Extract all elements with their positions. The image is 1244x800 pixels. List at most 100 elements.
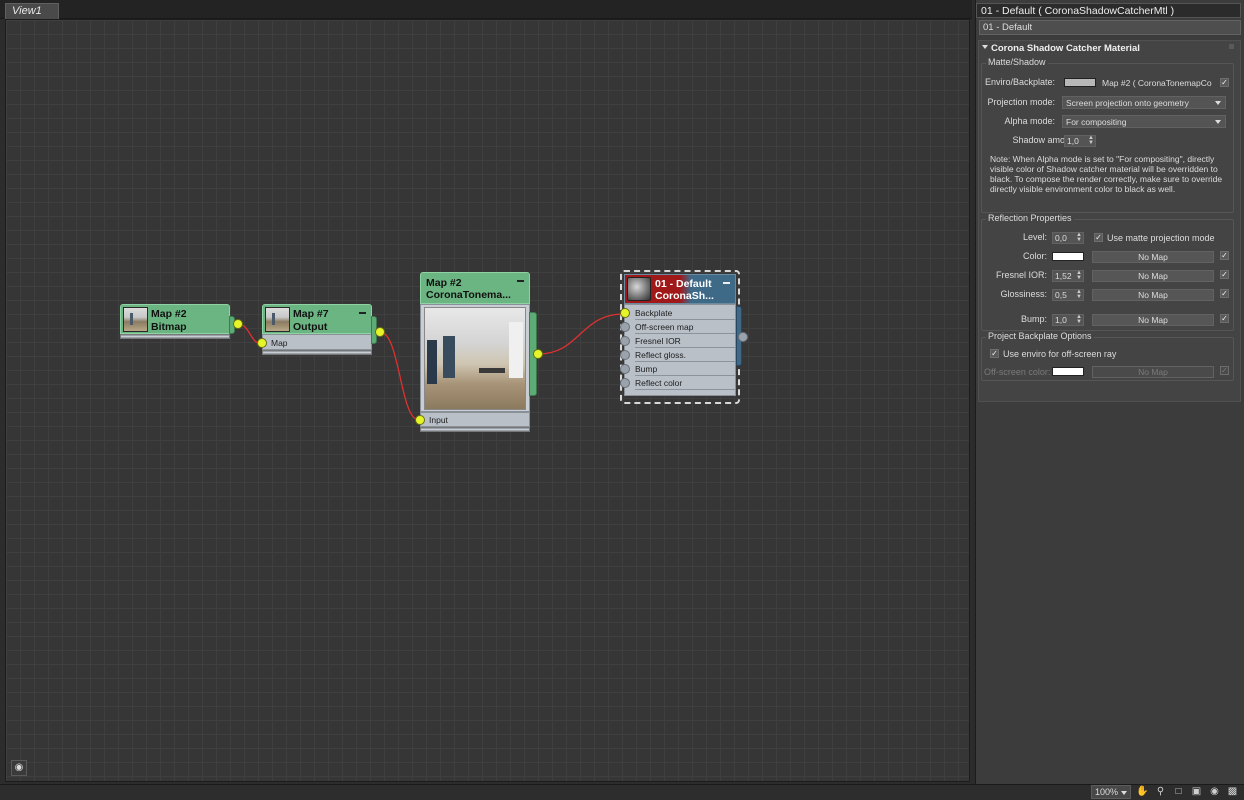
node-output-input-port[interactable] — [257, 338, 267, 348]
spinner-arrows-icon[interactable]: ▲ ▼ — [1076, 270, 1082, 281]
node-material-type: CoronaSh... — [655, 290, 714, 302]
bump-label: Bump: — [1020, 314, 1047, 324]
offscreen-map-checkbox[interactable]: ✓ — [1220, 366, 1229, 375]
node-tonemap-footer — [420, 427, 530, 432]
node-output[interactable]: Map #7 Output Map — [257, 304, 385, 364]
use-enviro-offscreen-label: Use enviro for off-screen ray — [1003, 349, 1117, 359]
view-tab-bar: View1 — [0, 0, 972, 19]
node-output-title: Map #7 — [293, 308, 329, 320]
node-output-body: Map — [262, 334, 372, 350]
rollout-pin-icon[interactable] — [1229, 44, 1234, 49]
binoculars-icon[interactable]: ◉ — [11, 760, 27, 776]
node-material-slots: Backplate Off-screen map Fresnel IOR Ref… — [624, 304, 736, 396]
zoom-extents-all-icon[interactable]: ▩ — [1226, 786, 1239, 799]
node-output-minimize-icon[interactable] — [359, 312, 366, 314]
offscreen-map-button[interactable]: No Map — [1092, 366, 1214, 378]
alpha-note-line-1: Note: When Alpha mode is set to "For com… — [990, 154, 1215, 164]
bump-spinner[interactable]: 1,0 ▲ ▼ — [1052, 314, 1084, 326]
enviro-backplate-map-label[interactable]: Map #2 ( CoronaTonemapCo — [1102, 78, 1217, 88]
zoom-region-icon[interactable]: □ — [1172, 786, 1185, 799]
zoom-dropdown[interactable]: 100% — [1091, 785, 1131, 799]
node-material-header[interactable]: 01 - Default CoronaSh... — [624, 274, 736, 304]
node-material-slot-reflect-gloss: Reflect gloss. — [635, 350, 687, 360]
view-tab[interactable]: View1 — [5, 3, 59, 19]
node-bitmap-header[interactable]: Map #2 Bitmap — [120, 304, 230, 334]
reflection-color-swatch[interactable] — [1052, 252, 1084, 261]
bump-map-button[interactable]: No Map — [1092, 314, 1214, 326]
glossiness-label: Glossiness: — [1000, 289, 1047, 299]
node-material-port-bump[interactable] — [620, 364, 630, 374]
node-tonemap-output-port[interactable] — [533, 349, 543, 359]
node-bitmap[interactable]: Map #2 Bitmap — [120, 304, 243, 344]
group-reflection-properties: Reflection Properties Level: 0,0 ▲ ▼ ✓ Us… — [981, 213, 1234, 331]
spinner-arrows-icon[interactable]: ▲ ▼ — [1076, 314, 1082, 325]
glossiness-map-button[interactable]: No Map — [1092, 289, 1214, 301]
offscreen-color-label: Off-screen color: — [984, 367, 1051, 377]
rollout-header[interactable]: Corona Shadow Catcher Material — [979, 41, 1240, 55]
material-name-field[interactable]: 01 - Default — [979, 20, 1241, 35]
node-material-minimize-icon[interactable] — [723, 282, 730, 284]
group-reflection-title: Reflection Properties — [986, 213, 1074, 223]
shadow-amount-spinner[interactable]: 1,0 ▲ ▼ — [1064, 135, 1096, 147]
bump-map-checkbox[interactable]: ✓ — [1220, 314, 1229, 323]
node-output-header[interactable]: Map #7 Output — [262, 304, 372, 334]
node-bitmap-title: Map #2 — [151, 308, 187, 320]
enviro-backplate-checkbox[interactable]: ✓ — [1220, 78, 1229, 87]
fresnel-ior-map-checkbox[interactable]: ✓ — [1220, 270, 1229, 279]
node-material-title: 01 - Default — [655, 278, 712, 290]
node-output-type: Output — [293, 321, 328, 333]
color-map-checkbox[interactable]: ✓ — [1220, 251, 1229, 260]
zoom-magnifier-icon[interactable]: ⚲ — [1154, 786, 1167, 799]
enviro-backplate-swatch[interactable] — [1064, 78, 1096, 87]
rollout-title: Corona Shadow Catcher Material — [991, 43, 1140, 54]
pan-hand-icon[interactable]: ✋ — [1136, 786, 1149, 799]
node-tonemap-input-port[interactable] — [415, 415, 425, 425]
fresnel-ior-map-button[interactable]: No Map — [1092, 270, 1214, 282]
alpha-note-line-3: black. To compose the render correctly, … — [990, 174, 1223, 184]
zoom-value: 100% — [1095, 787, 1119, 797]
frame-selected-icon[interactable]: ▣ — [1190, 786, 1203, 799]
alpha-note-line-4: directly visible environment color to bl… — [990, 184, 1176, 194]
node-material-slot-offscreen-map: Off-screen map — [635, 322, 694, 332]
node-material-port-reflect-gloss[interactable] — [620, 350, 630, 360]
node-tonemap-preview-image — [424, 307, 526, 410]
node-bitmap-footer — [120, 334, 230, 339]
glossiness-map-checkbox[interactable]: ✓ — [1220, 289, 1229, 298]
node-tonemap-title: Map #2 — [426, 277, 462, 289]
zoom-extents-icon[interactable]: ◉ — [1208, 786, 1221, 799]
parameter-panel: 01 - Default ( CoronaShadowCatcherMtl ) … — [975, 0, 1244, 784]
offscreen-color-swatch[interactable] — [1052, 367, 1084, 376]
glossiness-spinner[interactable]: 0,5 ▲ ▼ — [1052, 289, 1084, 301]
fresnel-ior-label: Fresnel IOR: — [995, 270, 1047, 280]
node-material[interactable]: 01 - Default CoronaSh... Backplate Off-s… — [620, 270, 748, 406]
projection-mode-value: Screen projection onto geometry — [1066, 98, 1189, 108]
alpha-mode-value: For compositing — [1066, 117, 1127, 127]
alpha-mode-dropdown[interactable]: For compositing — [1062, 115, 1226, 128]
color-map-button[interactable]: No Map — [1092, 251, 1214, 263]
level-spinner[interactable]: 0,0 ▲ ▼ — [1052, 232, 1084, 244]
enviro-backplate-label: Enviro/Backplate: — [984, 77, 1055, 87]
node-material-port-offscreen-map[interactable] — [620, 322, 630, 332]
node-bitmap-output-port[interactable] — [233, 319, 243, 329]
spinner-arrows-icon[interactable]: ▲ ▼ — [1076, 289, 1082, 300]
node-output-slot-map: Map — [271, 338, 288, 348]
node-material-slot-bump: Bump — [635, 364, 658, 374]
use-enviro-offscreen-checkbox[interactable]: ✓ — [990, 349, 999, 358]
node-tonemap-minimize-icon[interactable] — [517, 280, 524, 282]
projection-mode-dropdown[interactable]: Screen projection onto geometry — [1062, 96, 1226, 109]
spinner-arrows-icon[interactable]: ▲ ▼ — [1088, 135, 1094, 146]
spinner-arrows-icon[interactable]: ▲ ▼ — [1076, 232, 1082, 243]
node-output-output-port[interactable] — [375, 327, 385, 337]
node-material-output-port[interactable] — [738, 332, 748, 342]
node-tonemap[interactable]: Map #2 CoronaTonema... Input — [415, 272, 543, 438]
rollout-collapse-icon[interactable] — [982, 45, 988, 49]
node-material-port-backplate[interactable] — [620, 308, 630, 318]
chevron-down-icon — [1215, 101, 1221, 105]
node-material-sphere-thumbnail — [627, 277, 651, 301]
node-material-port-reflect-color[interactable] — [620, 378, 630, 388]
fresnel-ior-spinner[interactable]: 1,52 ▲ ▼ — [1052, 270, 1084, 282]
use-matte-projection-checkbox[interactable]: ✓ — [1094, 233, 1103, 242]
level-label: Level: — [1022, 232, 1047, 242]
node-material-port-fresnel-ior[interactable] — [620, 336, 630, 346]
node-tonemap-header[interactable]: Map #2 CoronaTonema... — [420, 272, 530, 304]
